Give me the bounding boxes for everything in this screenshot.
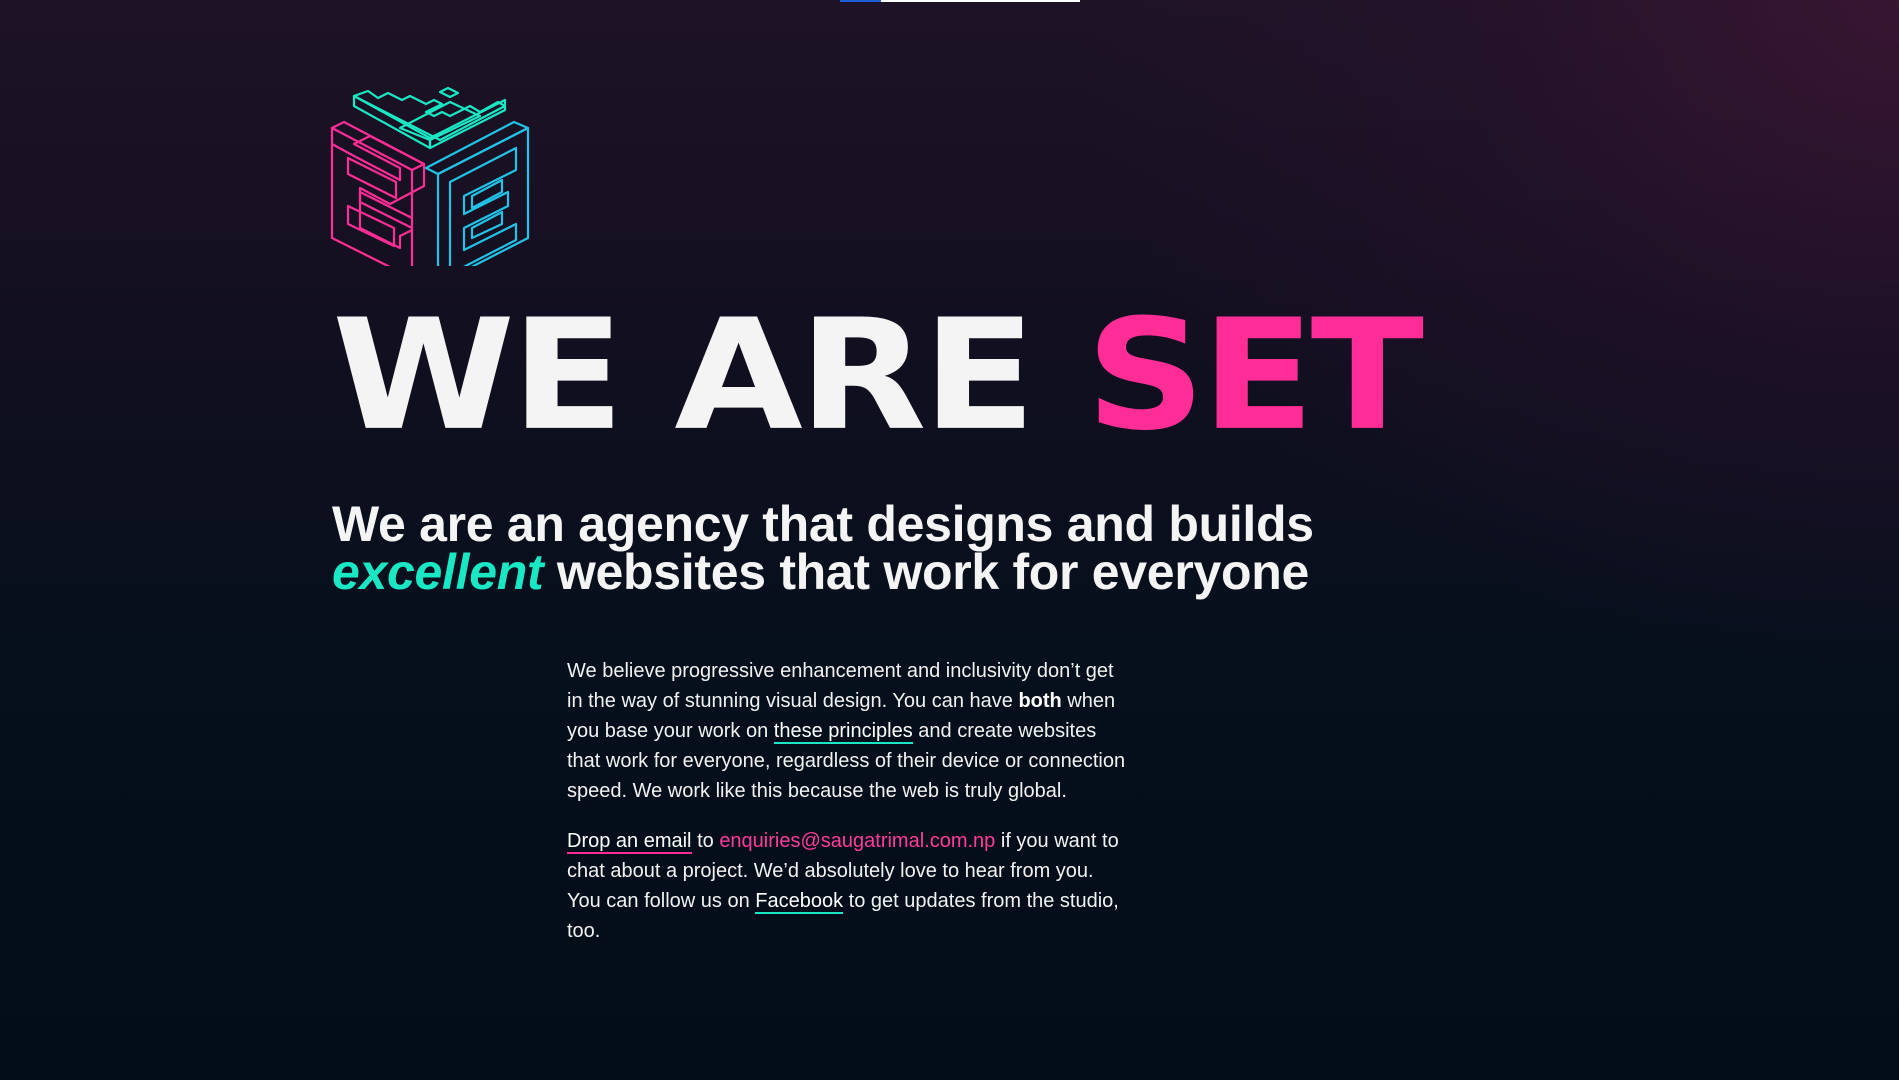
hero-heading: WE ARE SET	[332, 300, 1424, 453]
loading-progress-bar	[840, 0, 1080, 2]
tagline-line-2: websites that work for everyone	[543, 544, 1309, 600]
these-principles-link[interactable]: these principles	[773, 720, 913, 744]
tagline-emphasis: excellent	[332, 544, 544, 600]
intro-section: We believe progressive enhancement and i…	[567, 656, 1127, 966]
contact-paragraph: Drop an email to enquiries@saugatrimal.c…	[567, 826, 1127, 946]
facebook-link[interactable]: Facebook	[755, 890, 844, 914]
set-logo-icon	[330, 86, 530, 266]
email-address-link[interactable]: enquiries@saugatrimal.com.np	[719, 830, 995, 852]
intro-bold-both: both	[1018, 690, 1062, 712]
hero-heading-prefix: WE ARE	[332, 287, 1086, 465]
intro-paragraph: We believe progressive enhancement and i…	[567, 656, 1127, 806]
drop-an-email-link[interactable]: Drop an email	[567, 830, 692, 854]
contact-text-1: to	[691, 830, 720, 852]
loading-progress-fill	[840, 0, 881, 2]
hero-heading-accent: SET	[1085, 287, 1424, 465]
agency-tagline: We are an agency that designs and builds…	[332, 499, 1314, 597]
